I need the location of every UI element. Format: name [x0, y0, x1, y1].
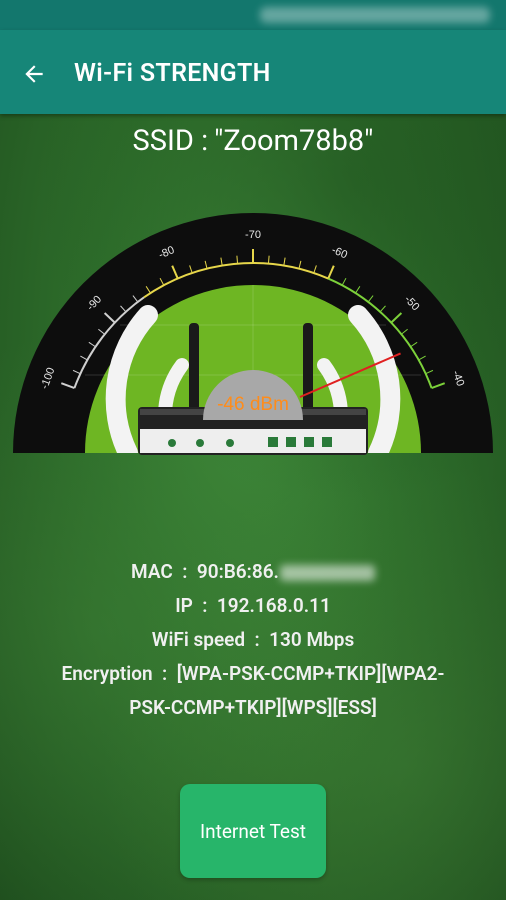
encryption-label: Encryption — [61, 662, 153, 685]
speed-label: WiFi speed — [151, 628, 246, 651]
mac-row: MAC : 90:B6:86. — [0, 555, 506, 589]
speed-value: 130 Mbps — [269, 628, 355, 651]
internet-test-button[interactable]: Internet Test — [180, 784, 326, 878]
status-bar — [0, 0, 506, 30]
signal-gauge: -100 -90 -80 -70 -60 -50 -40 -46 dBm — [0, 175, 506, 455]
ssid-line: SSID : "Zoom78b8" — [0, 124, 506, 158]
encryption-value-line1: [WPA-PSK-CCMP+TKIP][WPA2- — [176, 662, 445, 685]
mac-label: MAC — [131, 560, 173, 583]
gauge-tick-label: -70 — [245, 229, 261, 241]
encryption-value-line2: PSK-CCMP+TKIP][WPS][ESS] — [129, 696, 377, 719]
mac-value: 90:B6:86. — [196, 560, 279, 583]
internet-test-label: Internet Test — [199, 819, 307, 843]
speed-row: WiFi speed : 130 Mbps — [151, 628, 355, 651]
app-bar: Wi-Fi STRENGTH — [0, 30, 506, 114]
page-title: Wi-Fi STRENGTH — [74, 59, 271, 88]
back-arrow-icon — [25, 65, 43, 83]
gauge-svg: -100-90-80-70-60-50-40 -46 dBm — [13, 213, 493, 455]
ssid-value: "Zoom78b8" — [214, 124, 374, 158]
status-bar-redacted — [260, 7, 490, 23]
network-info: MAC : 90:B6:86. IP : 192.168.0.11 WiFi s… — [0, 555, 506, 725]
ssid-label: SSID : — [132, 124, 209, 158]
ip-row: IP : 192.168.0.11 — [175, 594, 331, 617]
encryption-row: Encryption : [WPA-PSK-CCMP+TKIP][WPA2- — [61, 662, 445, 685]
gauge-tick — [236, 255, 239, 264]
ip-value: 192.168.0.11 — [216, 594, 331, 617]
encryption-row-2: PSK-CCMP+TKIP][WPS][ESS] — [0, 691, 506, 725]
mac-redacted — [279, 564, 375, 581]
ip-label: IP — [175, 594, 193, 617]
signal-reading: -46 dBm — [217, 394, 289, 415]
gauge-tick — [267, 255, 270, 264]
back-button[interactable] — [14, 54, 54, 94]
